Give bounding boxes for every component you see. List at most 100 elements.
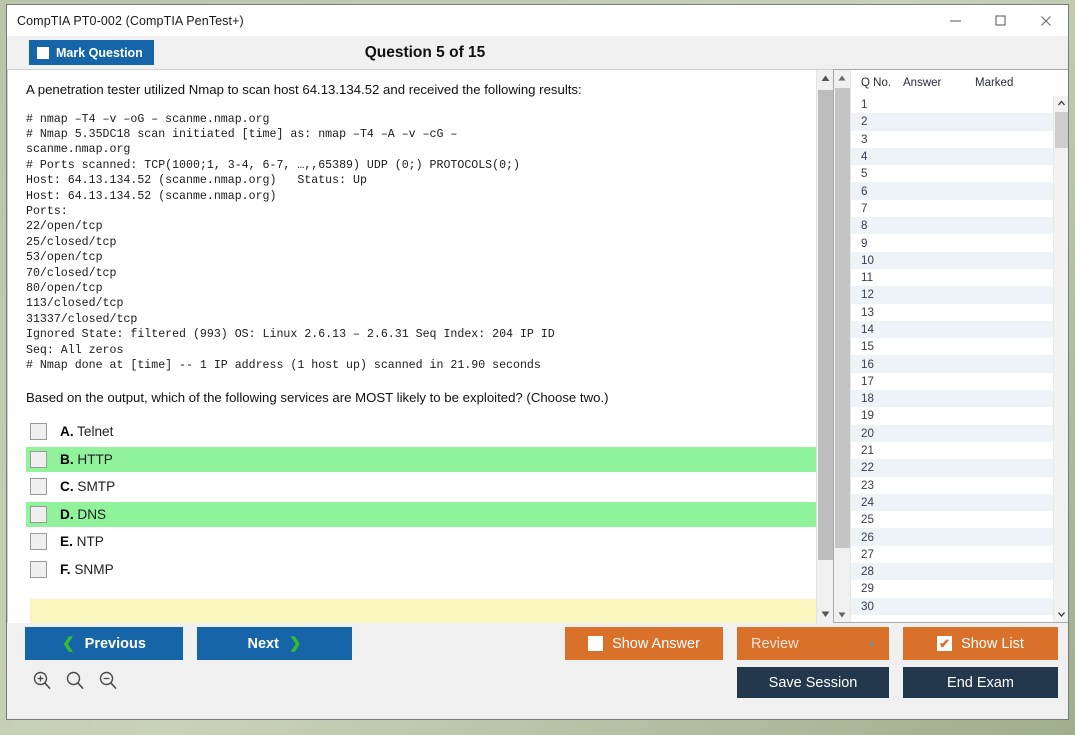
- save-session-button[interactable]: Save Session: [737, 667, 889, 698]
- list-inner-scrollbar[interactable]: [1053, 96, 1068, 622]
- save-session-label: Save Session: [769, 675, 858, 691]
- question-list-row[interactable]: 12: [851, 286, 1053, 303]
- question-header: Mark Question Question 5 of 15: [7, 36, 1068, 69]
- question-list-row[interactable]: 1: [851, 96, 1053, 113]
- question-list-cell-q: 25: [851, 513, 903, 526]
- question-list-cell-q: 7: [851, 202, 903, 215]
- question-list-cell-q: 19: [851, 409, 903, 422]
- question-list-cell-q: 28: [851, 565, 903, 578]
- question-list-row[interactable]: 23: [851, 477, 1053, 494]
- question-list-row[interactable]: 18: [851, 390, 1053, 407]
- question-list-row[interactable]: 16: [851, 355, 1053, 372]
- question-scrollbar[interactable]: [816, 70, 833, 623]
- answer-option-d[interactable]: D. DNS: [26, 502, 833, 527]
- answer-option-checkbox[interactable]: [30, 478, 47, 495]
- show-answer-button[interactable]: Show Answer: [565, 627, 723, 660]
- next-button[interactable]: Next ❯: [197, 627, 352, 660]
- question-list-row[interactable]: 8: [851, 217, 1053, 234]
- column-header-qno: Q No.: [851, 77, 903, 89]
- question-list-row[interactable]: 29: [851, 580, 1053, 597]
- question-list-row[interactable]: 28: [851, 563, 1053, 580]
- previous-button[interactable]: ❮ Previous: [25, 627, 183, 660]
- answer-option-label: A. Telnet: [60, 424, 113, 439]
- next-label: Next: [247, 636, 278, 652]
- show-answer-checkbox[interactable]: [588, 636, 603, 651]
- answer-option-letter: F.: [60, 562, 71, 577]
- answer-option-checkbox[interactable]: [30, 451, 47, 468]
- answer-option-f[interactable]: F. SNMP: [26, 557, 833, 582]
- answer-option-text: DNS: [77, 507, 106, 522]
- answer-option-checkbox[interactable]: [30, 506, 47, 523]
- answer-option-checkbox[interactable]: [30, 533, 47, 550]
- answer-option-b[interactable]: B. HTTP: [26, 447, 833, 472]
- close-icon[interactable]: [1023, 5, 1068, 36]
- answer-option-letter: B.: [60, 452, 74, 467]
- inner-scrollbar-thumb[interactable]: [1055, 112, 1068, 148]
- question-list-row[interactable]: 2: [851, 113, 1053, 130]
- question-list-row[interactable]: 9: [851, 234, 1053, 251]
- maximize-icon[interactable]: [978, 5, 1023, 36]
- question-list-row[interactable]: 24: [851, 494, 1053, 511]
- inner-scroll-up-icon[interactable]: [1054, 96, 1068, 111]
- question-list-row[interactable]: 27: [851, 546, 1053, 563]
- question-list-row[interactable]: 3: [851, 131, 1053, 148]
- scroll-down-icon[interactable]: [817, 606, 833, 623]
- question-list-row[interactable]: 19: [851, 407, 1053, 424]
- question-list-cell-q: 27: [851, 548, 903, 561]
- question-list-row[interactable]: 25: [851, 511, 1053, 528]
- zoom-in-icon[interactable]: [29, 667, 55, 693]
- scroll-up-icon[interactable]: [817, 70, 833, 87]
- minimize-icon[interactable]: [933, 5, 978, 36]
- show-list-button[interactable]: ✔ Show List: [903, 627, 1058, 660]
- question-stem: A penetration tester utilized Nmap to sc…: [26, 82, 817, 99]
- zoom-reset-icon[interactable]: [62, 667, 88, 693]
- question-list-row[interactable]: 17: [851, 373, 1053, 390]
- title-bar: CompTIA PT0-002 (CompTIA PenTest+): [7, 5, 1068, 36]
- answer-option-text: Telnet: [77, 424, 113, 439]
- question-list-cell-q: 3: [851, 133, 903, 146]
- outer-scroll-down-icon[interactable]: [834, 607, 850, 622]
- review-dropdown[interactable]: Review ▲: [737, 627, 889, 660]
- question-list-row[interactable]: 5: [851, 165, 1053, 182]
- question-list-row[interactable]: 11: [851, 269, 1053, 286]
- answer-option-checkbox[interactable]: [30, 561, 47, 578]
- answer-option-e[interactable]: E. NTP: [26, 529, 833, 554]
- question-list-row[interactable]: 10: [851, 252, 1053, 269]
- question-list-cell-q: 17: [851, 375, 903, 388]
- question-list-row[interactable]: 6: [851, 182, 1053, 199]
- outer-scroll-up-icon[interactable]: [834, 70, 850, 85]
- scrollbar-thumb[interactable]: [818, 90, 833, 560]
- answer-option-label: F. SNMP: [60, 562, 114, 577]
- answer-option-a[interactable]: A. Telnet: [26, 419, 833, 444]
- answer-option-checkbox[interactable]: [30, 423, 47, 440]
- question-list-cell-q: 29: [851, 582, 903, 595]
- show-list-checkbox[interactable]: ✔: [937, 636, 952, 651]
- show-list-label: Show List: [961, 636, 1024, 652]
- question-list-row[interactable]: 7: [851, 200, 1053, 217]
- question-list-cell-q: 8: [851, 219, 903, 232]
- question-list-row[interactable]: 22: [851, 459, 1053, 476]
- list-column-headers: Q No. Answer Marked: [851, 70, 1068, 96]
- list-outer-scrollbar[interactable]: [834, 70, 851, 622]
- question-list-row[interactable]: 26: [851, 528, 1053, 545]
- list-rows-wrap: 1234567891011121314151617181920212223242…: [851, 96, 1068, 622]
- answer-option-letter: E.: [60, 534, 73, 549]
- question-list-row[interactable]: 21: [851, 442, 1053, 459]
- exam-window: CompTIA PT0-002 (CompTIA PenTest+) Mark …: [6, 4, 1069, 720]
- question-list-row[interactable]: 20: [851, 425, 1053, 442]
- zoom-out-icon[interactable]: [95, 667, 121, 693]
- question-list-row[interactable]: 30: [851, 598, 1053, 615]
- inner-scroll-down-icon[interactable]: [1054, 607, 1068, 622]
- answer-option-c[interactable]: C. SMTP: [26, 474, 833, 499]
- window-controls: [933, 5, 1068, 36]
- question-list-row[interactable]: 13: [851, 304, 1053, 321]
- question-list-cell-q: 21: [851, 444, 903, 457]
- question-list-row[interactable]: 4: [851, 148, 1053, 165]
- outer-scrollbar-thumb[interactable]: [835, 88, 850, 548]
- question-list-row[interactable]: 14: [851, 321, 1053, 338]
- question-list-row[interactable]: 15: [851, 338, 1053, 355]
- window-title: CompTIA PT0-002 (CompTIA PenTest+): [7, 14, 244, 28]
- answer-option-label: D. DNS: [60, 507, 106, 522]
- end-exam-button[interactable]: End Exam: [903, 667, 1058, 698]
- chevron-right-icon: ❯: [289, 636, 302, 651]
